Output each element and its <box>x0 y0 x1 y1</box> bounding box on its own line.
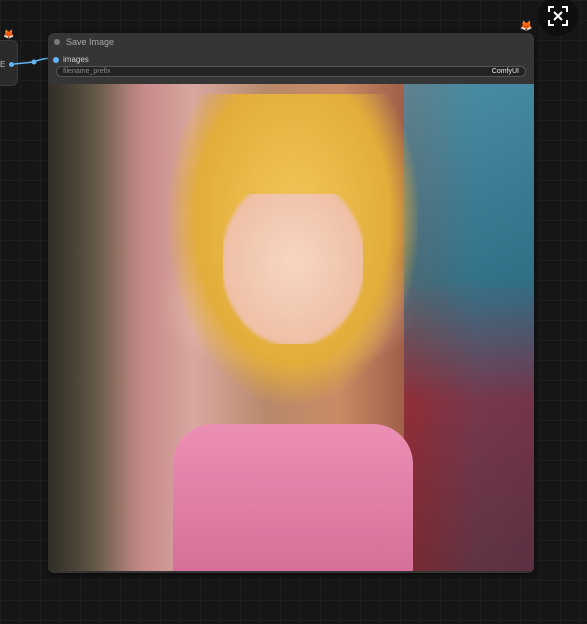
collapse-dot-icon[interactable] <box>54 39 60 45</box>
save-image-node[interactable]: Save Image images filename_prefix ComfyU… <box>48 33 534 573</box>
widget-name: filename_prefix <box>63 68 111 75</box>
input-slot-label: images <box>63 55 89 64</box>
previous-node-output-slot[interactable] <box>9 62 14 67</box>
input-slot-dot-icon[interactable] <box>53 56 59 63</box>
image-face <box>223 194 363 344</box>
widget-value: ComfyUI <box>491 68 519 75</box>
image-graffiti <box>404 84 534 571</box>
image-dress <box>173 424 413 571</box>
image-preview[interactable] <box>48 84 534 571</box>
previous-node-output-label: E <box>0 60 6 69</box>
node-title: Save Image <box>66 37 115 47</box>
fox-badge-icon: 🦊 <box>3 29 15 39</box>
input-slot-images[interactable]: images <box>53 55 89 64</box>
fit-view-button[interactable] <box>538 0 578 36</box>
link-midpoint <box>31 59 37 65</box>
image-wall-left <box>48 84 128 571</box>
fit-view-icon <box>548 6 568 26</box>
node-header[interactable]: Save Image <box>48 33 534 51</box>
filename-prefix-field[interactable]: filename_prefix ComfyUI <box>56 66 526 77</box>
fox-badge-icon: 🦊 <box>520 21 533 32</box>
